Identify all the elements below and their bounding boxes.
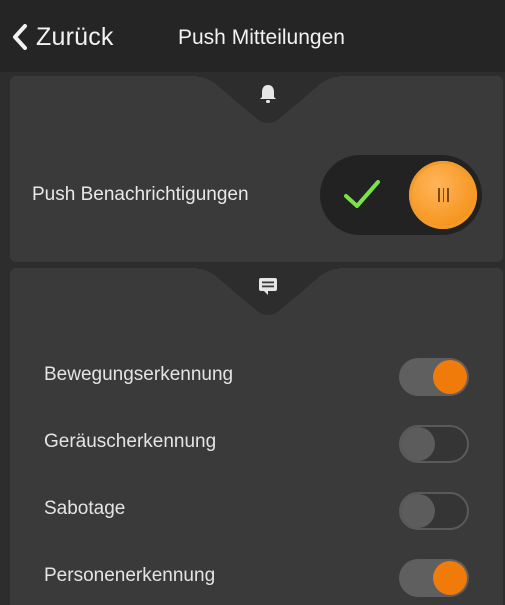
- page-title: Push Mitteilungen: [178, 26, 345, 49]
- sabotage-label: Sabotage: [44, 498, 126, 519]
- card-notch: [197, 75, 339, 123]
- motion-detection-switch[interactable]: [399, 358, 469, 396]
- motion-detection-label: Bewegungserkennung: [44, 364, 234, 385]
- push-notifications-toggle[interactable]: [320, 155, 482, 235]
- push-notifications-card: Push Benachrichtigungen: [10, 75, 503, 262]
- push-settings-screen: Zurück Push Mitteilungen Push Benachrich…: [0, 0, 505, 605]
- check-icon: [342, 176, 382, 217]
- sound-detection-switch[interactable]: [399, 425, 469, 463]
- push-notifications-label: Push Benachrichtigungen: [32, 184, 249, 205]
- list-item: Sabotage: [10, 482, 503, 538]
- list-item: Personenerkennung: [10, 549, 503, 605]
- back-button[interactable]: Zurück: [12, 20, 114, 54]
- switch-knob: [433, 360, 467, 394]
- toggle-knob[interactable]: [409, 161, 477, 229]
- sound-detection-label: Geräuscherkennung: [44, 431, 217, 452]
- message-icon: [257, 275, 279, 297]
- grip-icon: [438, 188, 449, 202]
- person-detection-switch[interactable]: [399, 559, 469, 597]
- card-notch: [197, 267, 339, 315]
- bell-icon: [257, 83, 279, 105]
- header-bar: Zurück Push Mitteilungen: [0, 0, 505, 72]
- list-item: Geräuscherkennung: [10, 415, 503, 471]
- switch-knob: [401, 494, 435, 528]
- person-detection-label: Personenerkennung: [44, 565, 216, 586]
- detection-settings-card: Bewegungserkennung Geräuscherkennung Sab…: [10, 267, 503, 605]
- list-item: Bewegungserkennung: [10, 348, 503, 404]
- chevron-left-icon: [12, 24, 28, 50]
- back-button-label: Zurück: [36, 22, 114, 51]
- switch-knob: [401, 427, 435, 461]
- sabotage-switch[interactable]: [399, 492, 469, 530]
- switch-knob: [433, 561, 467, 595]
